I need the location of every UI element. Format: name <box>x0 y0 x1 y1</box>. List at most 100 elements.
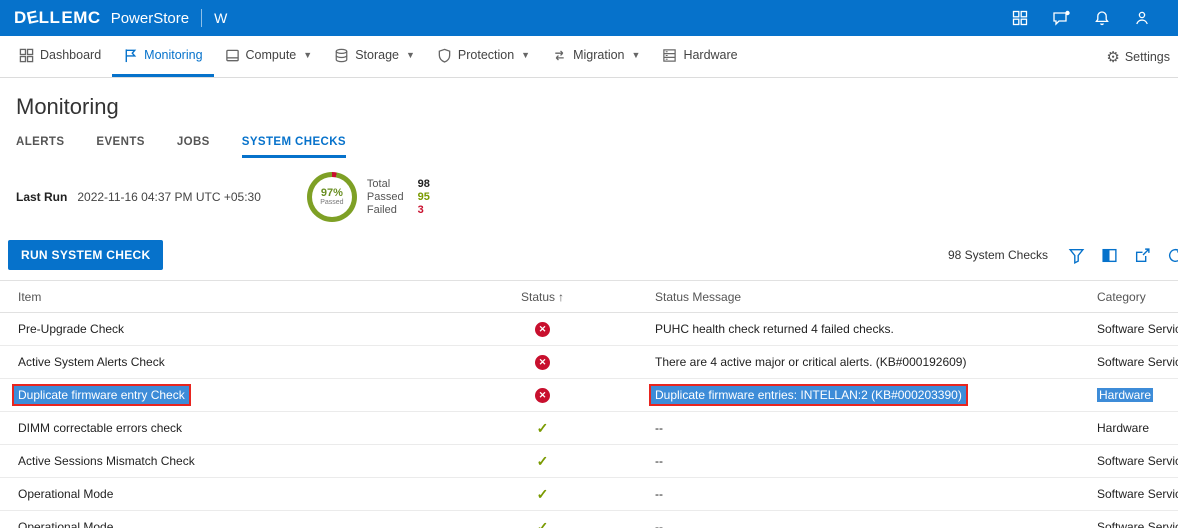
nav-item-compute[interactable]: Compute ▼ <box>214 36 324 77</box>
table-header-row: Item Status ↑ Status Message Category <box>0 280 1178 313</box>
filter-funnel-icon[interactable] <box>1068 247 1085 264</box>
column-header-status[interactable]: Status ↑ <box>430 290 655 304</box>
passed-status-icon: ✓ <box>536 485 549 502</box>
last-run-value: 2022-11-16 04:37 PM UTC +05:30 <box>77 190 261 204</box>
failed-status-icon: ✕ <box>535 322 550 337</box>
table-body: Pre-Upgrade Check ✕ ✓ PUHC health check … <box>0 313 1178 528</box>
settings-label: Settings <box>1124 49 1170 64</box>
status-message: PUHC health check returned 4 failed chec… <box>655 322 894 336</box>
passed-donut-chart: 97% Passed <box>306 172 357 222</box>
user-icon[interactable] <box>1134 10 1150 26</box>
status-message: -- <box>655 487 663 501</box>
table-row[interactable]: Active Sessions Mismatch Check ✕ ✓ -- So… <box>0 445 1178 478</box>
chat-notification-icon[interactable] <box>1052 10 1070 26</box>
apps-grid-icon[interactable] <box>1012 10 1028 26</box>
nav-item-hardware[interactable]: Hardware <box>651 36 748 77</box>
nav-label: Dashboard <box>40 48 102 62</box>
table-row[interactable]: Operational Mode ✕ ✓ -- Software Service… <box>0 511 1178 528</box>
brand-area: D E LL EMC PowerStore W <box>14 6 227 29</box>
nav-label: Storage <box>355 48 399 62</box>
table-row[interactable]: Duplicate firmware entry Check ✕ ✓ Dupli… <box>0 379 1178 412</box>
table-row[interactable]: Operational Mode ✕ ✓ -- Software Service… <box>0 478 1178 511</box>
category-label: Software Services <box>1097 322 1178 336</box>
passed-status-icon: ✓ <box>536 518 549 528</box>
column-header-item[interactable]: Item <box>0 290 430 304</box>
table-row[interactable]: DIMM correctable errors check ✕ ✓ -- Har… <box>0 412 1178 445</box>
status-message: -- <box>655 520 663 528</box>
table-row[interactable]: Pre-Upgrade Check ✕ ✓ PUHC health check … <box>0 313 1178 346</box>
passed-status-icon: ✓ <box>536 452 549 469</box>
tab-system-checks[interactable]: SYSTEM CHECKS <box>241 136 346 158</box>
item-label: Operational Mode <box>18 520 114 528</box>
category-label: Hardware <box>1097 388 1154 402</box>
cluster-name[interactable]: W <box>214 10 227 26</box>
system-checks-count: 98 System Checks <box>947 248 1048 262</box>
gear-icon: ⚙ <box>1106 48 1120 66</box>
nav-label: Monitoring <box>144 48 203 62</box>
export-icon[interactable] <box>1134 247 1151 264</box>
status-message: -- <box>655 454 663 468</box>
status-message: There are 4 active major or critical ale… <box>655 355 967 369</box>
nav-label: Compute <box>245 48 297 62</box>
hardware-icon <box>663 48 677 62</box>
last-run: Last Run 2022-11-16 04:37 PM UTC +05:30 <box>16 190 261 204</box>
nav-item-migration[interactable]: Migration ▼ <box>541 36 651 77</box>
nav-label: Hardware <box>683 48 738 62</box>
columns-icon[interactable] <box>1101 247 1118 264</box>
summary-section: Last Run 2022-11-16 04:37 PM UTC +05:30 … <box>0 158 1178 238</box>
passed-status-icon: ✓ <box>536 419 549 436</box>
chevron-down-icon: ▼ <box>303 50 313 60</box>
status-message: -- <box>655 421 663 435</box>
dell-emc-logo: D E LL EMC <box>14 6 101 29</box>
failed-label: Failed <box>366 204 397 216</box>
item-label: Operational Mode <box>18 487 114 501</box>
bell-icon[interactable] <box>1094 10 1110 26</box>
nav-item-dashboard[interactable]: Dashboard <box>8 36 112 77</box>
divider <box>201 9 203 27</box>
donut-label: Passed <box>320 199 344 206</box>
run-system-check-button[interactable]: RUN SYSTEM CHECK <box>8 240 164 270</box>
dashboard-icon <box>19 48 34 62</box>
table-toolbar: RUN SYSTEM CHECK 98 System Checks <box>0 238 1178 280</box>
chevron-down-icon: ▼ <box>521 50 531 60</box>
sort-ascending-icon: ↑ <box>558 289 565 304</box>
column-header-status-message[interactable]: Status Message <box>655 290 1097 304</box>
app-header: D E LL EMC PowerStore W <box>0 0 1178 36</box>
check-stats: Total 98 Passed 95 Failed 3 <box>367 178 430 216</box>
storage-icon <box>335 48 348 62</box>
category-label: Hardware <box>1097 421 1150 435</box>
total-label: Total <box>366 178 391 190</box>
donut-percent: 97% <box>320 187 343 199</box>
main-nav: Dashboard Monitoring Compute ▼ Storage ▼… <box>0 36 1178 78</box>
category-label: Software Services <box>1097 520 1178 528</box>
nav-item-monitoring[interactable]: Monitoring <box>112 36 214 77</box>
item-label: Duplicate firmware entry Check <box>12 384 191 406</box>
tab-events[interactable]: EVENTS <box>96 136 144 158</box>
chevron-down-icon: ▼ <box>405 50 415 60</box>
category-label: Software Services <box>1097 454 1178 468</box>
item-label: Active System Alerts Check <box>18 355 165 369</box>
settings-button[interactable]: ⚙ Settings <box>1106 36 1170 77</box>
item-label: Pre-Upgrade Check <box>18 322 125 336</box>
status-message: Duplicate firmware entries: INTELLAN:2 (… <box>649 384 968 406</box>
total-value: 98 <box>417 178 430 190</box>
nav-label: Protection <box>457 48 515 62</box>
tab-jobs[interactable]: JOBS <box>177 136 210 158</box>
nav-label: Migration <box>573 48 625 62</box>
category-label: Software Services <box>1097 487 1178 501</box>
monitoring-flag-icon <box>125 48 137 62</box>
passed-label: Passed <box>366 191 404 203</box>
system-check-summary: 97% Passed Total 98 Passed 95 Failed 3 <box>306 172 430 222</box>
tab-alerts[interactable]: ALERTS <box>16 136 64 158</box>
table-row[interactable]: Active System Alerts Check ✕ ✓ There are… <box>0 346 1178 379</box>
column-header-category[interactable]: Category <box>1097 290 1178 304</box>
protection-shield-icon <box>438 48 451 63</box>
last-run-label: Last Run <box>16 190 68 204</box>
nav-item-protection[interactable]: Protection ▼ <box>426 36 541 77</box>
failed-value: 3 <box>417 204 424 216</box>
compute-icon <box>225 49 239 61</box>
refresh-icon[interactable] <box>1167 247 1178 264</box>
migration-icon <box>555 49 564 61</box>
nav-item-storage[interactable]: Storage ▼ <box>323 36 426 77</box>
product-name: PowerStore <box>110 9 190 27</box>
